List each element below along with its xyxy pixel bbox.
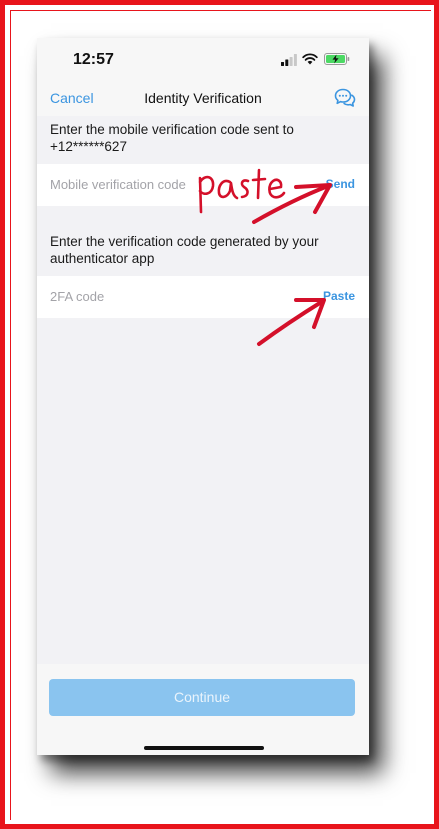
send-button[interactable]: Send bbox=[326, 177, 355, 191]
footer-area: Continue bbox=[37, 664, 369, 755]
page-title: Identity Verification bbox=[144, 90, 262, 106]
mobile-code-instruction: Enter the mobile verification code sent … bbox=[50, 122, 294, 154]
mobile-code-input[interactable]: Mobile verification code bbox=[50, 177, 186, 192]
paste-button[interactable]: Paste bbox=[323, 289, 355, 303]
status-bar: 12:57 bbox=[37, 38, 369, 80]
twofa-instruction: Enter the verification code generated by… bbox=[50, 234, 319, 266]
continue-button[interactable]: Continue bbox=[49, 679, 355, 716]
mobile-code-row: Mobile verification code Send bbox=[37, 164, 369, 206]
cellular-signal-icon bbox=[281, 54, 297, 66]
phone-screen: 12:57 Cancel Identity Verification Enter… bbox=[37, 38, 369, 755]
chat-bubbles-icon[interactable] bbox=[334, 87, 356, 109]
nav-bar: Cancel Identity Verification bbox=[37, 80, 369, 116]
wifi-icon bbox=[302, 53, 318, 65]
home-indicator bbox=[144, 746, 264, 750]
twofa-code-row: 2FA code Paste bbox=[37, 276, 369, 318]
battery-charging-icon bbox=[324, 53, 350, 65]
status-time: 12:57 bbox=[73, 51, 114, 68]
twofa-code-input[interactable]: 2FA code bbox=[50, 289, 104, 304]
